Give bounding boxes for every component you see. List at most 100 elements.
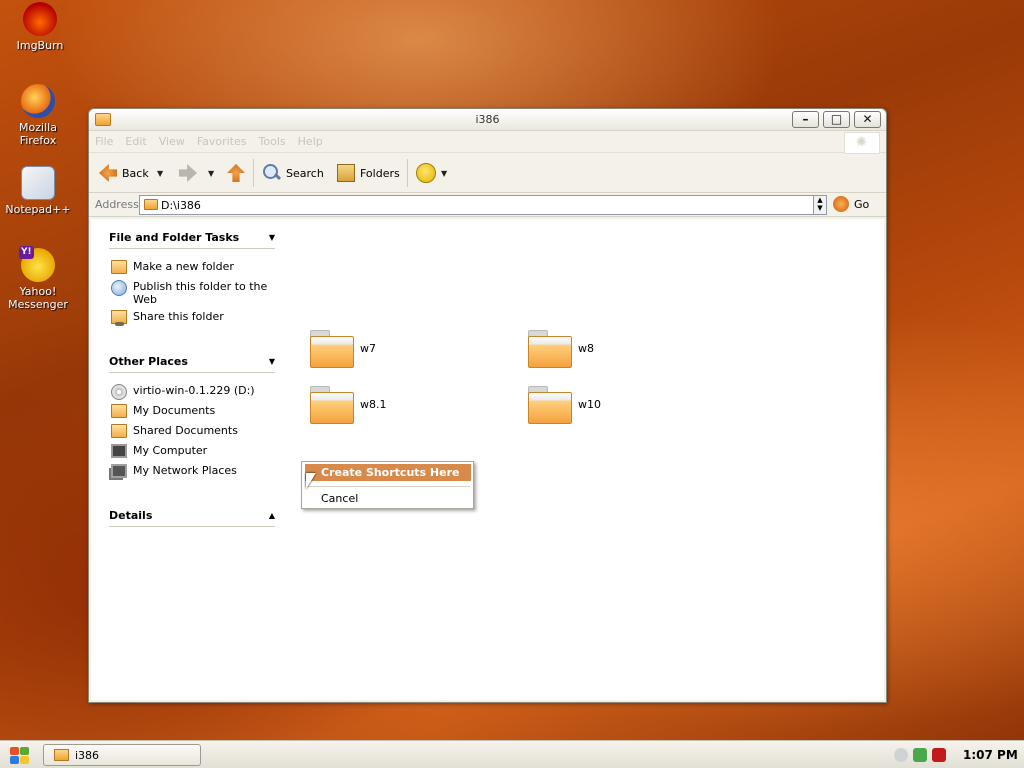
minimize-button[interactable]: – [792,111,819,128]
computer-icon [111,444,127,458]
file-folder-tasks-header[interactable]: File and Folder Tasks ▼ [109,231,275,249]
taskbar: i386 1:07 PM [0,740,1024,768]
clock[interactable]: 1:07 PM [963,748,1018,762]
title-bar[interactable]: i386 – □ ✕ [89,109,886,131]
start-button[interactable] [6,745,32,765]
menu-edit[interactable]: Edit [119,131,152,148]
folder-icon [528,386,572,424]
desktop-icon-notepad[interactable]: Notepad++ [0,166,76,216]
place-shared-documents[interactable]: Shared Documents [111,424,271,438]
toolbar-separator [407,159,408,187]
search-label: Search [286,166,324,180]
place-cd-drive[interactable]: virtio-win-0.1.229 (D:) [111,384,271,400]
folder-label: w7 [360,341,376,355]
up-arrow-icon [227,164,245,182]
firefox-icon [21,84,55,118]
windows-logo-icon [20,747,29,755]
chevron-down-icon: ▼ [157,168,164,178]
desktop-icon-label: Yahoo! Messenger [8,285,68,311]
other-places-header[interactable]: Other Places ▼ [109,355,275,373]
place-label: virtio-win-0.1.229 (D:) [133,384,255,397]
folder-w7[interactable]: w7 [310,330,376,368]
yahoo-messenger-icon [19,246,55,282]
folder-label: w8 [578,341,594,355]
collapse-icon[interactable]: ▼ [269,357,275,366]
folder-icon [310,330,354,368]
tray-status-icon[interactable] [894,748,908,762]
details-header[interactable]: Details ▲ [109,509,275,527]
task-label: Publish this folder to the Web [133,280,268,306]
forward-dropdown-button[interactable]: ▼ [208,160,214,186]
menu-item-cancel[interactable]: Cancel [305,490,471,507]
content-area[interactable]: File and Folder Tasks ▼ Make a new folde… [91,219,884,700]
address-value: D:\i386 [161,199,201,212]
up-button[interactable] [227,160,245,186]
task-share-folder[interactable]: Share this folder [111,310,271,326]
address-input[interactable]: D:\i386 [139,195,827,215]
menu-view[interactable]: View [153,131,191,148]
forward-button[interactable] [179,160,197,186]
folders-button[interactable]: Folders [337,160,400,186]
new-folder-icon [111,260,127,274]
place-my-documents[interactable]: My Documents [111,404,271,418]
task-publish-to-web[interactable]: Publish this folder to the Web [111,280,271,306]
share-folder-icon [111,310,127,326]
folder-icon [54,749,69,761]
folders-label: Folders [360,166,400,180]
panel-title: File and Folder Tasks [109,231,240,244]
task-label: Share this folder [133,310,224,323]
collapse-icon[interactable]: ▼ [269,233,275,242]
menu-help[interactable]: Help [292,131,329,148]
views-button[interactable]: ▼ [416,160,447,186]
globe-icon [111,280,127,296]
panel-title: Other Places [109,355,188,368]
place-my-computer[interactable]: My Computer [111,444,271,458]
views-icon [416,163,436,183]
forward-arrow-icon [179,164,197,182]
address-bar: Address D:\i386 ▲ ▼ Go [89,193,886,217]
task-label: Make a new folder [133,260,234,273]
folder-icon [528,330,572,368]
security-shield-icon[interactable] [932,748,946,762]
place-label: Shared Documents [133,424,238,437]
taskbar-item-label: i386 [75,748,100,762]
back-button[interactable]: Back [99,160,149,186]
window-title: i386 [475,113,500,126]
folder-icon [310,386,354,424]
taskbar-item-i386[interactable]: i386 [43,744,201,766]
toolbar-separator [253,159,254,187]
folder-icon [111,404,127,418]
desktop-icon-yahoo-messenger[interactable]: Yahoo! Messenger [0,246,76,311]
desktop-icon-label: Mozilla Firefox [19,121,57,147]
place-label: My Network Places [133,464,237,477]
folder-w10[interactable]: w10 [528,386,601,424]
menu-tools[interactable]: Tools [253,131,292,148]
desktop-icon-firefox[interactable]: Mozilla Firefox [0,84,76,147]
maximize-button[interactable]: □ [823,111,850,128]
search-button[interactable]: Search [263,160,324,186]
safely-remove-hardware-icon[interactable] [913,748,927,762]
desktop-icon-imgburn[interactable]: ImgBurn [2,2,78,52]
address-dropdown-button[interactable]: ▲ ▼ [813,195,827,215]
windows-logo-icon [844,132,880,154]
folder-label: w10 [578,397,601,411]
notepad-icon [21,166,55,200]
menu-bar: File Edit View Favorites Tools Help [89,131,886,154]
place-my-network-places[interactable]: My Network Places [111,464,271,478]
chevron-down-icon: ▼ [208,168,215,178]
close-button[interactable]: ✕ [854,111,881,128]
imgburn-icon [23,2,57,36]
folder-w8-1[interactable]: w8.1 [310,386,387,424]
menu-favorites[interactable]: Favorites [191,131,253,148]
windows-logo-icon [10,756,19,764]
folders-icon [337,164,355,182]
go-button[interactable]: Go [833,196,869,212]
folder-w8[interactable]: w8 [528,330,594,368]
toolbar: Back ▼ ▼ Search Folders ▼ [89,153,886,193]
task-make-new-folder[interactable]: Make a new folder [111,260,271,274]
menu-item-create-shortcuts[interactable]: Create Shortcuts Here [305,464,471,481]
expand-icon[interactable]: ▲ [269,511,275,520]
cd-drive-icon [111,384,127,400]
menu-file[interactable]: File [89,131,119,148]
back-dropdown-button[interactable]: ▼ [157,160,163,186]
